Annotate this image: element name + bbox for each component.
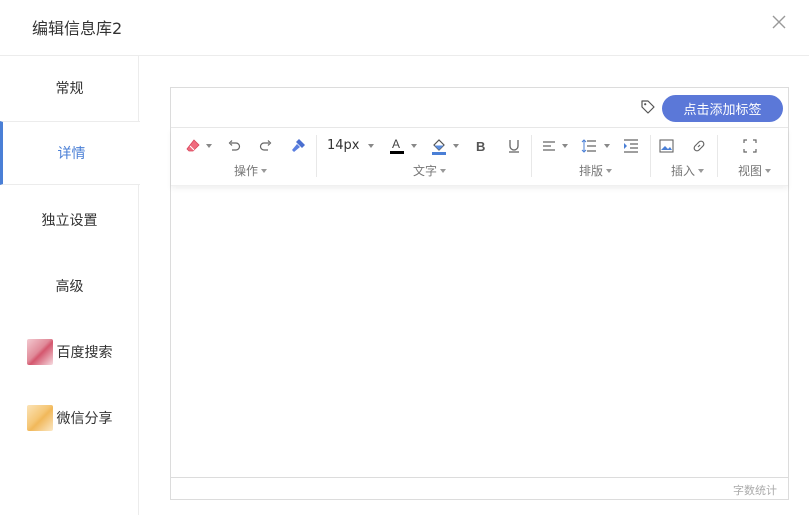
- rich-text-editor: 点击添加标签 操作 14px A B 文字 排版 插入 视图 字数统计: [170, 87, 789, 500]
- align-left-icon[interactable]: [541, 137, 557, 155]
- sidebar-item-label: 百度搜索: [56, 345, 113, 361]
- wechat-thumbnail-icon: [26, 405, 53, 431]
- undo-icon[interactable]: [225, 137, 243, 155]
- sidebar-item-independent-settings[interactable]: 独立设置: [0, 188, 139, 252]
- toolbar-divider: [717, 135, 718, 177]
- bold-icon[interactable]: B: [473, 137, 489, 155]
- font-size-dropdown-caret[interactable]: [368, 144, 374, 148]
- redo-icon[interactable]: [257, 137, 275, 155]
- group-view-label: 视图: [738, 164, 763, 178]
- toolbar-divider: [316, 135, 317, 177]
- word-count-label[interactable]: 字数统计: [733, 482, 777, 498]
- group-layout-label: 排版: [579, 164, 604, 178]
- sidebar-item-label: 详情: [57, 146, 86, 162]
- underline-icon[interactable]: [506, 137, 522, 155]
- link-icon[interactable]: [690, 137, 708, 155]
- line-spacing-icon[interactable]: [581, 137, 597, 155]
- eraser-icon[interactable]: [184, 137, 202, 155]
- line-spacing-dropdown-caret[interactable]: [604, 144, 610, 148]
- sidebar-item-wechat-share[interactable]: 微信分享: [0, 386, 139, 450]
- group-view[interactable]: 视图: [738, 162, 772, 179]
- editor-status-bar: 字数统计: [171, 477, 788, 499]
- toolbar-divider: [650, 135, 651, 177]
- sidebar-item-label: 独立设置: [41, 213, 98, 229]
- image-icon[interactable]: [658, 137, 674, 155]
- dialog-title: 编辑信息库2: [32, 19, 123, 38]
- align-dropdown-caret[interactable]: [562, 144, 568, 148]
- format-painter-icon[interactable]: [289, 137, 307, 155]
- indent-icon[interactable]: [623, 137, 639, 155]
- dialog-header: 编辑信息库2: [0, 0, 809, 56]
- tag-bar: 点击添加标签: [171, 88, 788, 128]
- sidebar-item-advanced[interactable]: 高级: [0, 254, 139, 318]
- group-operation[interactable]: 操作: [234, 162, 268, 179]
- fullscreen-icon[interactable]: [742, 137, 758, 155]
- toolbar-divider: [531, 135, 532, 177]
- sidebar-item-label: 微信分享: [56, 411, 113, 427]
- svg-text:A: A: [392, 137, 400, 151]
- font-size-select[interactable]: 14px: [327, 138, 360, 153]
- highlight-dropdown-caret[interactable]: [453, 144, 459, 148]
- editor-content-area[interactable]: [171, 187, 788, 477]
- group-insert[interactable]: 插入: [671, 162, 705, 179]
- tag-icon: [640, 99, 656, 115]
- group-layout[interactable]: 排版: [579, 162, 613, 179]
- sidebar-item-label: 常规: [55, 81, 84, 97]
- sidebar-item-general[interactable]: 常规: [0, 56, 139, 120]
- group-text[interactable]: 文字: [413, 162, 447, 179]
- sidebar-item-label: 高级: [55, 279, 84, 295]
- group-text-label: 文字: [413, 164, 438, 178]
- close-icon[interactable]: [771, 12, 787, 32]
- highlight-color-icon[interactable]: [430, 137, 448, 155]
- sidebar-item-baidu-search[interactable]: 百度搜索: [0, 320, 139, 384]
- editor-toolbar: 操作 14px A B 文字 排版 插入 视图: [171, 128, 788, 186]
- sidebar: 常规 详情 独立设置 高级 百度搜索 微信分享: [0, 56, 140, 515]
- svg-text:B: B: [476, 139, 485, 153]
- eraser-dropdown-caret[interactable]: [206, 144, 212, 148]
- add-tag-button[interactable]: 点击添加标签: [662, 95, 783, 122]
- baidu-thumbnail-icon: [26, 339, 53, 365]
- font-color-icon[interactable]: A: [389, 137, 405, 155]
- font-color-dropdown-caret[interactable]: [411, 144, 417, 148]
- sidebar-item-details[interactable]: 详情: [0, 121, 140, 185]
- group-operation-label: 操作: [234, 164, 259, 178]
- group-insert-label: 插入: [671, 164, 696, 178]
